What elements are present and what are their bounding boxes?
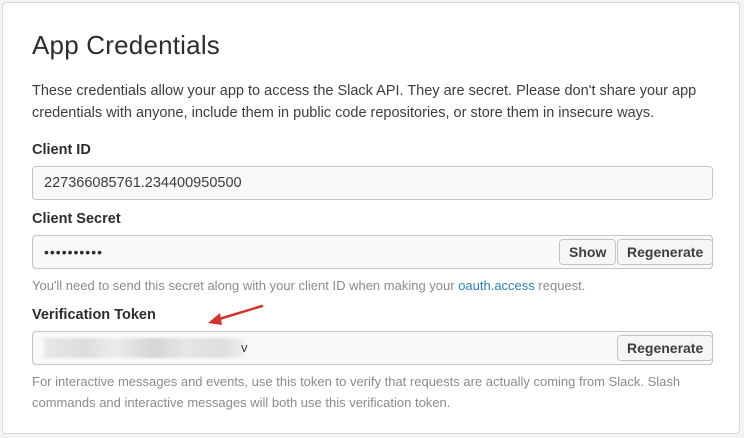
annotation-arrow-icon <box>208 304 264 325</box>
client-secret-value[interactable]: •••••••••• <box>44 244 103 260</box>
client-id-label: Client ID <box>32 142 91 158</box>
verification-token-hint: For interactive messages and events, use… <box>32 374 681 410</box>
client-secret-hint-prefix: You'll need to send this secret along wi… <box>32 278 459 293</box>
show-secret-button[interactable]: Show <box>559 239 617 265</box>
regenerate-token-button[interactable]: Regenerate <box>617 335 714 361</box>
verification-token-label: Verification Token <box>32 307 156 323</box>
client-id-field[interactable]: 227366085761.234400950500 <box>32 166 713 200</box>
oauth-access-link[interactable]: oauth.access <box>458 278 535 293</box>
credentials-description: These credentials allow your app to acce… <box>32 83 697 121</box>
client-secret-field[interactable]: •••••••••• Show Regenerate <box>32 235 714 269</box>
client-secret-label: Client Secret <box>32 211 121 227</box>
client-secret-hint: You'll need to send this secret along wi… <box>32 275 585 296</box>
redacted-token-blur <box>44 338 244 358</box>
regenerate-secret-button[interactable]: Regenerate <box>617 239 714 265</box>
page-title: App Credentials <box>32 30 220 60</box>
app-credentials-card: App Credentials These credentials allow … <box>2 2 740 434</box>
client-secret-hint-suffix: request. <box>534 278 586 293</box>
client-id-value[interactable]: 227366085761.234400950500 <box>44 175 242 191</box>
verification-token-value-tail[interactable]: v <box>241 340 248 355</box>
verification-token-field[interactable]: v Regenerate <box>32 331 714 365</box>
